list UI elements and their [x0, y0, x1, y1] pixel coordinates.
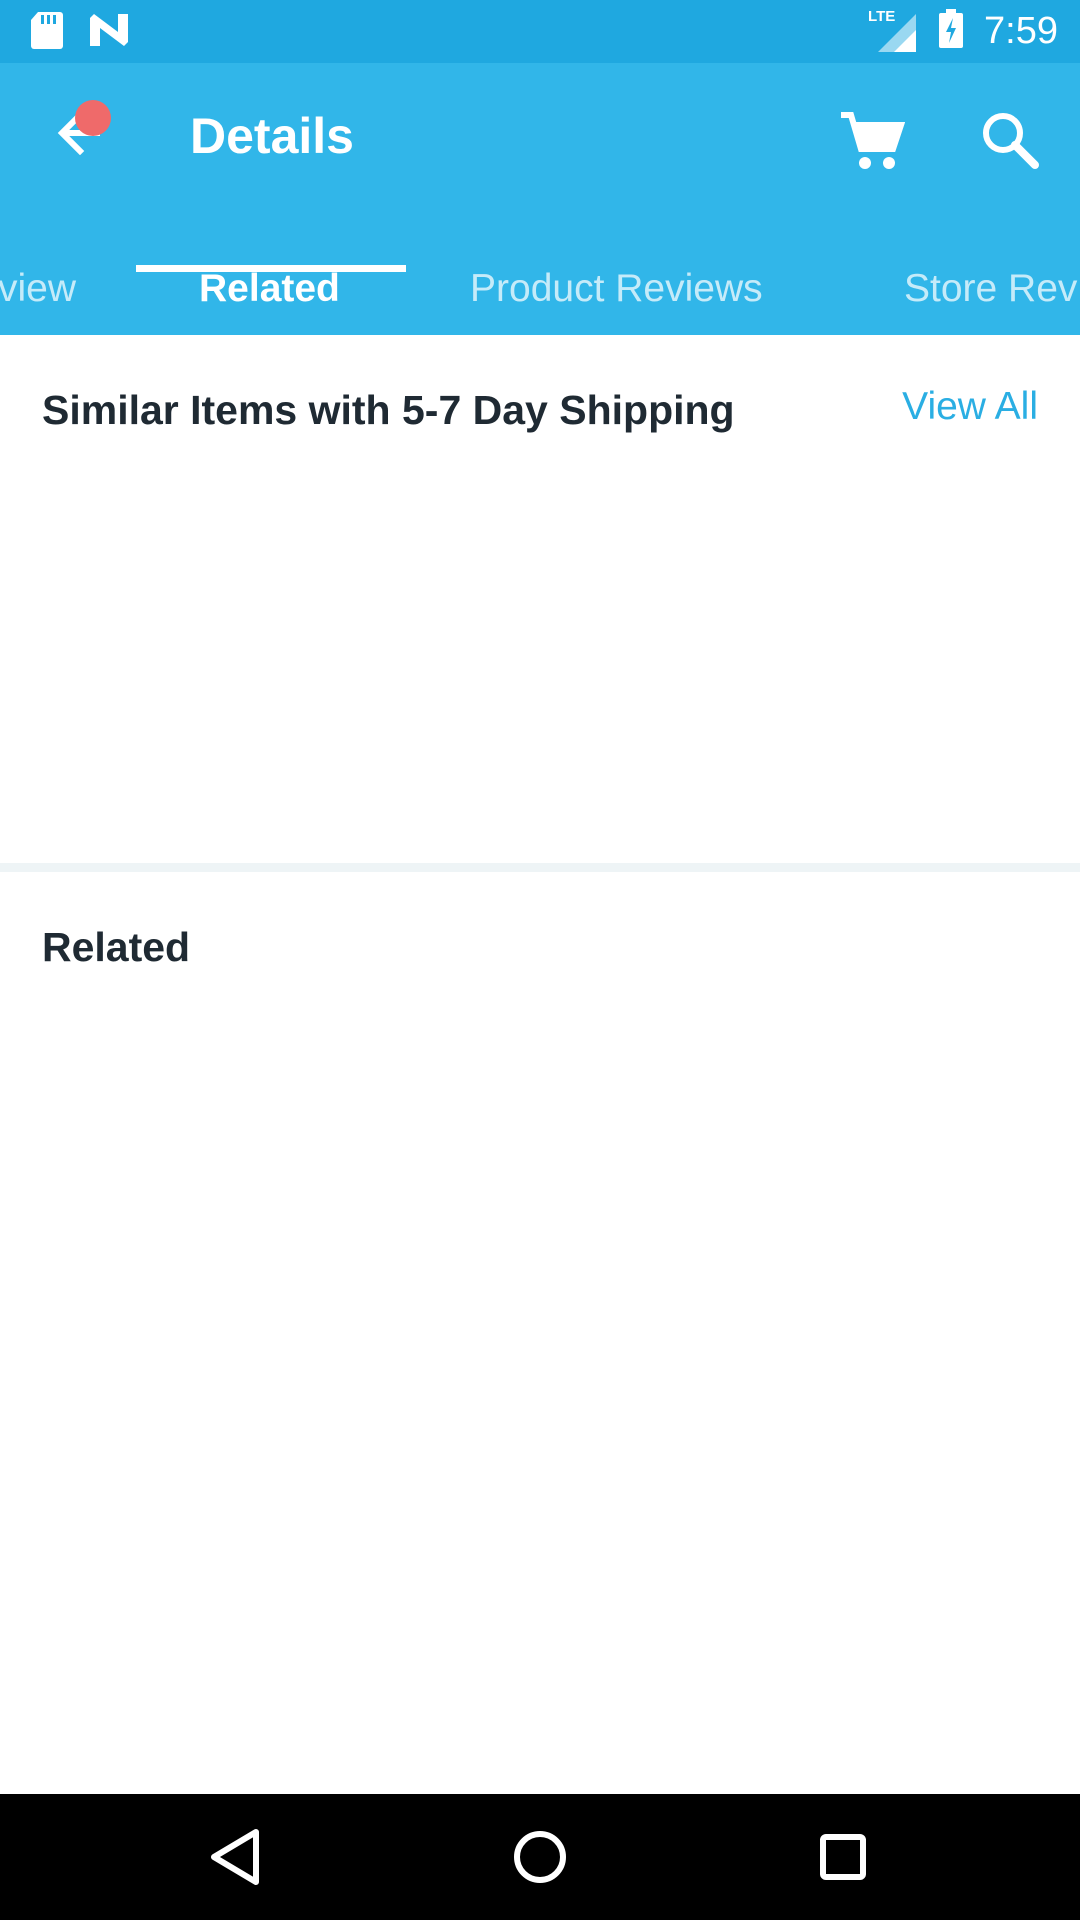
view-all-link[interactable]: View All [902, 385, 1038, 429]
tab-indicator [136, 265, 406, 272]
tab-bar: view Related Product Reviews Store Rev [0, 243, 1080, 335]
similar-items-title: Similar Items with 5-7 Day Shipping [42, 387, 735, 433]
similar-items-section: Similar Items with 5-7 Day Shipping View… [0, 335, 1080, 863]
nav-home-button[interactable] [505, 1822, 575, 1892]
status-time: 7:59 [984, 10, 1058, 52]
signal-icon: LTE [868, 8, 918, 52]
nav-back-button[interactable] [202, 1822, 272, 1892]
home-circle-icon [505, 1831, 575, 1896]
section-divider [0, 863, 1080, 872]
cart-button[interactable] [835, 105, 906, 175]
status-left-icons [30, 10, 130, 55]
notification-dot [75, 100, 111, 136]
navigation-bar [0, 1794, 1080, 1920]
tab-overview[interactable]: view [0, 243, 76, 335]
search-icon [975, 113, 1045, 179]
sd-card-icon [30, 10, 64, 55]
tab-related[interactable]: Related [199, 243, 340, 335]
app-bar: Details view Related Product Reviews Sto… [0, 63, 1080, 335]
page-title: Details [190, 108, 354, 164]
status-bar: LTE 7:59 [0, 0, 1080, 63]
battery-charging-icon [938, 9, 964, 54]
cart-icon [835, 112, 906, 179]
tab-product-reviews[interactable]: Product Reviews [470, 243, 763, 335]
nav-recents-button[interactable] [808, 1822, 878, 1892]
recents-square-icon [808, 1834, 878, 1896]
related-section: Related [0, 872, 1080, 1794]
network-type: LTE [868, 7, 896, 25]
tab-store-reviews[interactable]: Store Rev [904, 243, 1077, 335]
search-button[interactable] [975, 105, 1045, 175]
related-title: Related [42, 924, 191, 970]
n-logo-icon [88, 12, 130, 53]
back-triangle-icon [202, 1829, 272, 1896]
status-right-icons: LTE 7:59 [868, 0, 1058, 63]
